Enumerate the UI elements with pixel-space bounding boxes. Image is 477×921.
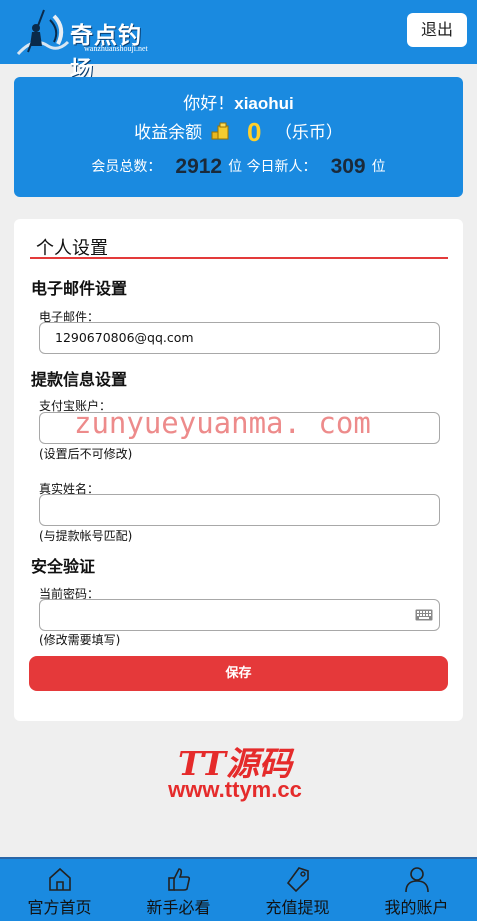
balance-value: 0 xyxy=(246,117,262,147)
title-divider xyxy=(30,257,448,259)
account-summary-card: 你好！xiaohui 收益余额 0 （乐币） 会员总数： 2912 位 今日新人： 3… xyxy=(14,77,463,197)
nav-item-account[interactable]: 我的账户 xyxy=(357,859,476,921)
balance-label: 收益余额 xyxy=(134,123,203,143)
tag-icon xyxy=(286,867,309,893)
alipay-hint: (设置后不可修改) xyxy=(39,447,133,461)
tt-source-logo: TT源码 www.ttym.cc xyxy=(160,737,310,805)
save-button[interactable]: 保存 xyxy=(29,656,448,691)
new-today-count: 309 xyxy=(330,155,366,178)
nav-item-guide[interactable]: 新手必看 xyxy=(119,859,238,921)
email-field[interactable]: 1290670806@qq.com xyxy=(39,322,440,354)
thumbs-up-icon xyxy=(168,868,191,891)
nav-label-recharge: 充值提现 xyxy=(265,898,330,917)
greeting-prefix: 你好！ xyxy=(183,94,235,114)
greeting: 你好！xiaohui xyxy=(14,89,463,114)
password-field[interactable] xyxy=(39,599,440,631)
password-hint: (修改需要填写) xyxy=(39,633,121,647)
coin-stack-icon xyxy=(211,122,229,140)
bottom-navigation: 官方首页 新手必看 充值提现 我的账户 xyxy=(0,857,477,921)
member-stats: 会员总数： 2912 位 今日新人： 309 位 xyxy=(14,155,463,179)
tt-logo-url: www.ttym.cc xyxy=(168,777,302,802)
nav-item-home[interactable]: 官方首页 xyxy=(0,859,119,921)
username: xiaohui xyxy=(234,94,294,113)
realname-field[interactable] xyxy=(39,494,440,526)
new-today-unit: 位 xyxy=(371,159,386,175)
nav-item-recharge[interactable]: 充值提现 xyxy=(238,859,357,921)
watermark-text: zunyueyuanma. com xyxy=(74,406,371,440)
email-section-heading: 电子邮件设置 xyxy=(31,279,128,298)
security-section-heading: 安全验证 xyxy=(31,557,96,576)
home-icon xyxy=(49,867,71,891)
nav-label-account: 我的账户 xyxy=(384,898,449,917)
user-icon xyxy=(405,867,429,893)
logo-subtitle: wanzhuanshouji.net xyxy=(84,44,148,53)
keyboard-icon[interactable] xyxy=(415,609,433,621)
withdraw-section-heading: 提款信息设置 xyxy=(31,370,128,389)
nav-label-home: 官方首页 xyxy=(27,898,92,917)
new-today-label: 今日新人： xyxy=(246,159,317,175)
balance-unit: （乐币） xyxy=(274,123,343,143)
nav-label-guide: 新手必看 xyxy=(146,898,211,917)
realname-hint: (与提款帐号匹配) xyxy=(39,529,133,543)
members-count: 2912 xyxy=(175,155,223,178)
members-unit: 位 xyxy=(228,159,243,175)
balance-row: 收益余额 0 （乐币） xyxy=(14,117,463,148)
members-label: 会员总数： xyxy=(91,159,162,175)
fisherman-logo-icon xyxy=(16,9,70,56)
settings-panel: 个人设置 电子邮件设置 电子邮件： 1290670806@qq.com 提款信息… xyxy=(14,219,463,721)
app-header: 奇点钓场 wanzhuanshouji.net 退出 xyxy=(0,0,477,83)
logout-button[interactable]: 退出 xyxy=(407,13,467,47)
site-logo[interactable]: 奇点钓场 wanzhuanshouji.net xyxy=(14,6,164,83)
